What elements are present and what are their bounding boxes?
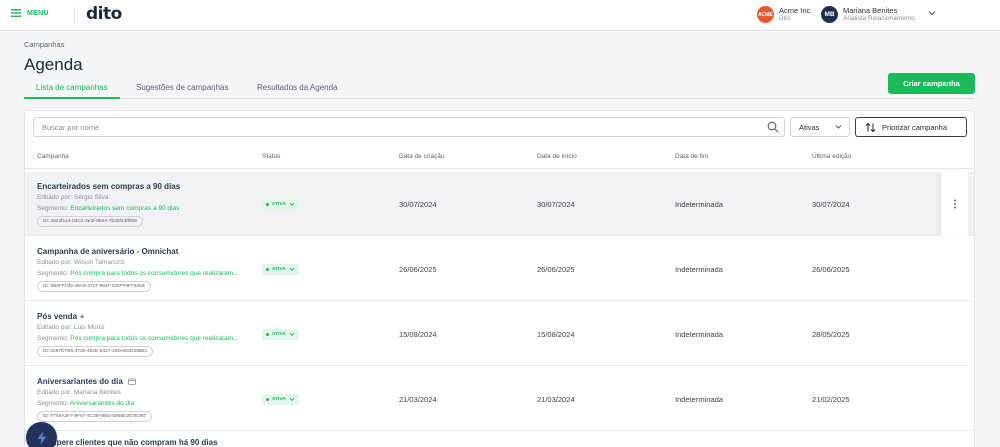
last-edit-date: 28/05/2025 — [812, 330, 850, 339]
start-date: 30/07/2024 — [537, 200, 575, 209]
search-icon[interactable] — [767, 121, 779, 133]
chevron-down-icon — [289, 332, 295, 337]
user-menu[interactable]: MB Mariana Benites Analista Relacionamen… — [821, 6, 915, 23]
chevron-down-icon — [289, 397, 295, 402]
campaign-segment: Segmento: Pós compra para todos os consu… — [37, 335, 239, 342]
campaign-id: ID: 3942f144-04C2-4e3f-9b9A-7b25f34ff0b9 — [37, 216, 143, 227]
star-icon: ★ — [79, 314, 86, 321]
sort-arrows-icon — [865, 122, 876, 132]
campaign-id: ID: 0287D7B6-3700-492E-8427-24DAE8D35B51 — [37, 346, 154, 357]
divider — [74, 7, 75, 24]
status-badge[interactable]: ATIVA — [262, 329, 299, 340]
menu-button[interactable]: MENU — [11, 9, 49, 17]
calendar-icon — [128, 378, 136, 385]
page-title: Agenda — [24, 55, 83, 74]
start-date: 15/08/2024 — [537, 330, 575, 339]
campaign-id: ID: F756A3F7-9F97-4C29-8593-5956D2E7E387 — [37, 411, 153, 422]
prioritize-campaign-button[interactable]: Priorizar campanha — [855, 117, 967, 137]
created-date: 26/06/2025 — [399, 265, 437, 274]
status-badge[interactable]: ATIVA — [262, 199, 299, 210]
top-bar: MENU dito ACME Acme Inc. Dito MB Mariana… — [0, 0, 1000, 31]
campaign-name[interactable]: Recupere clientes que não compram há 90 … — [37, 438, 218, 447]
avatar: MB — [821, 6, 838, 23]
tab-agenda-results[interactable]: Resultados da Agenda — [257, 83, 338, 99]
organization-avatar: ACME — [757, 6, 774, 23]
organization-switcher[interactable]: ACME Acme Inc. Dito — [757, 6, 812, 23]
table-row[interactable]: Aniversariantes do dia Editado por: Mari… — [25, 367, 974, 431]
chevron-down-icon — [289, 202, 295, 207]
campaign-id: ID: 0B0FFf4f5-46A9-4717-994F-D0IFF8FF546… — [37, 281, 151, 292]
more-vertical-icon — [953, 199, 956, 209]
campaign-editor: Editado por: Luis Muniz — [37, 324, 105, 331]
segment-link[interactable]: Pós compra para todos os consumidores qu… — [70, 335, 238, 342]
search-input[interactable] — [34, 118, 759, 136]
create-campaign-button[interactable]: Criar campanha — [888, 73, 975, 94]
segment-link[interactable]: Encarteirados sem compras a 90 dias — [70, 205, 179, 212]
table-row[interactable]: Encarteirados sem compras a 90 dias Edit… — [25, 172, 974, 236]
end-date: Indeterminada — [675, 330, 723, 339]
campaign-segment: Segmento: Aniversariantes do dia — [37, 400, 135, 407]
campaign-editor: Editado por: Sérgio Silva — [37, 194, 109, 201]
table-row[interactable]: Pós venda ★ Editado por: Luis Muniz Segme… — [25, 302, 974, 366]
row-actions-button[interactable] — [940, 172, 968, 236]
created-date: 21/03/2024 — [399, 395, 437, 404]
status-filter-select[interactable]: Ativas — [790, 117, 850, 137]
organization-sub: Dito — [779, 15, 791, 22]
column-created[interactable]: Data de criação — [399, 153, 445, 160]
segment-link[interactable]: Aniversariantes do dia — [70, 400, 134, 407]
campaign-name[interactable]: Encarteirados sem compras a 90 dias — [37, 182, 180, 191]
start-date: 26/06/2025 — [537, 265, 575, 274]
table-row[interactable]: Recupere clientes que não compram há 90 … — [25, 429, 974, 447]
lightning-icon — [37, 431, 46, 444]
tab-campaign-list[interactable]: Lista de campanhas — [24, 83, 120, 99]
end-date: Indeterminada — [675, 395, 723, 404]
search-box — [33, 117, 785, 137]
column-start[interactable]: Data de início — [537, 153, 577, 160]
organization-name: Acme Inc. — [779, 6, 813, 15]
hamburger-icon — [11, 9, 21, 17]
table-header: Campanha Status Data de criação Data de … — [25, 147, 974, 169]
status-badge[interactable]: ATIVA — [262, 394, 299, 405]
user-role: Analista Relacionamento — [843, 15, 915, 22]
campaign-editor: Editado por: Wilson Tamarozzi — [37, 259, 125, 266]
start-date: 21/03/2024 — [537, 395, 575, 404]
status-filter-value: Ativas — [799, 122, 820, 132]
table-row[interactable]: Campanha de aniversário - Omnichat Edita… — [25, 237, 974, 301]
prioritize-label: Priorizar campanha — [882, 122, 948, 132]
end-date: Indeterminada — [675, 265, 723, 274]
status-badge[interactable]: ATIVA — [262, 264, 299, 275]
column-status[interactable]: Status — [262, 153, 280, 160]
campaign-segment: Segmento: Encarteirados sem compras a 90… — [37, 205, 180, 212]
end-date: Indeterminada — [675, 200, 723, 209]
chevron-down-icon — [289, 267, 295, 272]
last-edit-date: 21/02/2025 — [812, 395, 850, 404]
dito-logo[interactable]: dito — [86, 4, 122, 24]
chevron-down-icon[interactable] — [928, 10, 936, 16]
campaign-name[interactable]: Aniversariantes do dia — [37, 377, 136, 386]
chevron-down-icon — [835, 125, 842, 129]
assistant-fab-button[interactable] — [26, 422, 57, 447]
tab-bar: Lista de campanhas Sugestões de campanha… — [24, 80, 974, 99]
column-campaign[interactable]: Campanha — [37, 153, 69, 160]
column-end[interactable]: Data de fim — [675, 153, 708, 160]
last-edit-date: 30/07/2024 — [812, 200, 850, 209]
user-name: Mariana Benites — [843, 6, 898, 15]
breadcrumb[interactable]: Campanhas — [24, 40, 64, 49]
created-date: 15/08/2024 — [399, 330, 437, 339]
tab-campaign-suggestions[interactable]: Sugestões de campanhas — [136, 83, 229, 99]
created-date: 30/07/2024 — [399, 200, 437, 209]
campaign-segment: Segmento: Pós compra para todos os consu… — [37, 270, 239, 277]
campaign-editor: Editado por: Mariana Benites — [37, 389, 121, 396]
campaign-list-card: Ativas Priorizar campanha Campanha Statu… — [24, 110, 975, 447]
campaign-name[interactable]: Pós venda ★ — [37, 312, 85, 321]
segment-link[interactable]: Pós compra para todos os consumidores qu… — [70, 270, 238, 277]
last-edit-date: 26/06/2025 — [812, 265, 850, 274]
menu-label: MENU — [27, 9, 49, 17]
campaign-name[interactable]: Campanha de aniversário - Omnichat — [37, 247, 178, 256]
column-last-edit[interactable]: Última edição — [812, 153, 851, 160]
